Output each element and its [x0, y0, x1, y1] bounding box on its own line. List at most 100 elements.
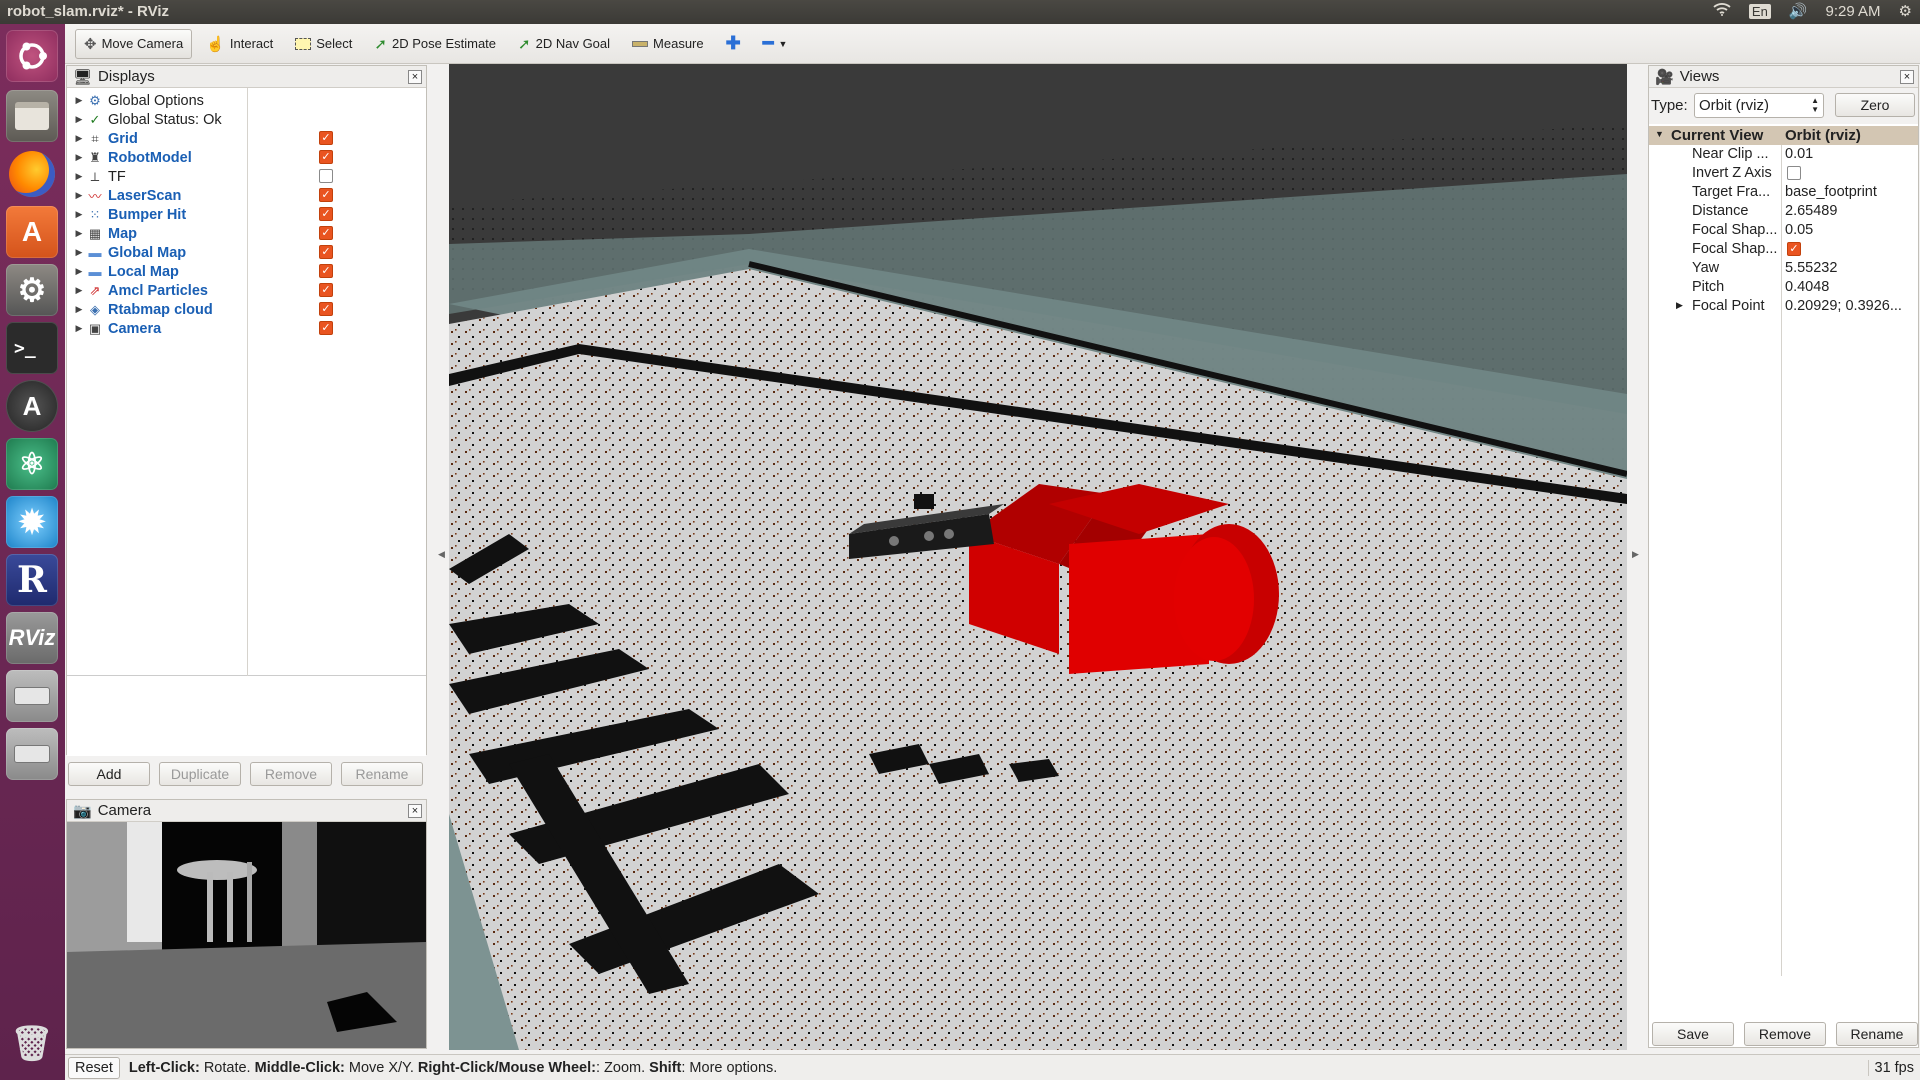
interact-tool[interactable]: ☝ Interact: [198, 29, 281, 59]
display-enabled-checkbox[interactable]: ✓: [319, 245, 333, 259]
keyboard-layout-indicator[interactable]: En: [1748, 3, 1771, 19]
add-tool-button[interactable]: ✚: [718, 29, 749, 59]
property-value[interactable]: base_footprint: [1785, 184, 1915, 200]
atom-icon[interactable]: ⚛: [6, 438, 58, 490]
property-value[interactable]: 0.01: [1785, 146, 1915, 162]
expand-arrow-icon[interactable]: ▶: [72, 247, 86, 258]
expand-arrow-icon[interactable]: ▶: [72, 95, 86, 106]
display-item[interactable]: ▶ ♜ RobotModel: [67, 148, 192, 167]
expand-arrow-icon[interactable]: ▶: [72, 304, 86, 315]
expand-arrow-icon[interactable]: ▶: [72, 133, 86, 144]
terminal-icon[interactable]: >_: [6, 322, 58, 374]
firefox-icon[interactable]: [6, 148, 58, 200]
display-enabled-checkbox[interactable]: ✓: [319, 283, 333, 297]
volume-icon[interactable]: 🔊: [1789, 2, 1808, 20]
expand-arrow-icon[interactable]: ▶: [72, 114, 86, 125]
r-studio-icon[interactable]: R: [6, 554, 58, 606]
add-display-button[interactable]: Add: [68, 762, 150, 786]
wifi-icon[interactable]: [1713, 2, 1731, 20]
close-icon[interactable]: ×: [1900, 69, 1914, 84]
display-item[interactable]: ▶ 〰 LaserScan: [67, 186, 182, 205]
rename-display-button[interactable]: Rename: [341, 762, 423, 786]
save-view-button[interactable]: Save: [1652, 1022, 1734, 1046]
property-value[interactable]: 0.20929; 0.3926...: [1785, 298, 1915, 314]
clock[interactable]: 9:29 AM: [1826, 3, 1881, 20]
move-camera-tool[interactable]: ✥ Move Camera: [75, 28, 193, 59]
display-item[interactable]: ▶ ◈ Rtabmap cloud: [67, 300, 213, 319]
remove-view-button[interactable]: Remove: [1744, 1022, 1826, 1046]
settings-gear-icon[interactable]: ⚙: [1899, 2, 1912, 20]
view-property-row[interactable]: ▶ Focal Point 0.20929; 0.3926...: [1649, 297, 1916, 316]
view-property-row[interactable]: Invert Z Axis: [1649, 164, 1916, 183]
display-enabled-checkbox[interactable]: [319, 169, 333, 183]
measure-tool[interactable]: Measure: [624, 29, 712, 59]
property-value[interactable]: 5.55232: [1785, 260, 1915, 276]
3d-render-viewport[interactable]: ◀: [449, 64, 1627, 1050]
expand-arrow-icon[interactable]: ▶: [72, 323, 86, 334]
software-updater-icon[interactable]: A: [6, 380, 58, 432]
view-property-row[interactable]: Focal Shap... ✓: [1649, 240, 1916, 259]
property-value[interactable]: 0.05: [1785, 222, 1915, 238]
expand-arrow-icon[interactable]: ▶: [72, 266, 86, 277]
expand-arrow-icon[interactable]: ▶: [72, 285, 86, 296]
view-property-row[interactable]: Yaw 5.55232: [1649, 259, 1916, 278]
expand-arrow-icon[interactable]: ▶: [72, 209, 86, 220]
reset-button[interactable]: Reset: [68, 1056, 120, 1079]
display-enabled-checkbox[interactable]: ✓: [319, 150, 333, 164]
drive-icon[interactable]: [6, 728, 58, 780]
display-item[interactable]: ▶ ⚙ Global Options: [67, 91, 204, 110]
kde-app-icon[interactable]: ✹: [6, 496, 58, 548]
display-enabled-checkbox[interactable]: ✓: [319, 207, 333, 221]
software-center-icon[interactable]: A: [6, 206, 58, 258]
zero-button[interactable]: Zero: [1835, 93, 1915, 117]
system-settings-icon[interactable]: ⚙: [6, 264, 58, 316]
view-property-row[interactable]: Focal Shap... 0.05: [1649, 221, 1916, 240]
expand-arrow-icon[interactable]: ▶: [72, 190, 86, 201]
expand-arrow-icon[interactable]: ▶: [72, 171, 86, 182]
display-item[interactable]: ▶ ⇗ Amcl Particles: [67, 281, 208, 300]
remove-display-button[interactable]: Remove: [250, 762, 332, 786]
display-item[interactable]: ▶ ⌗ Grid: [67, 129, 138, 148]
property-checkbox[interactable]: [1787, 166, 1801, 180]
property-checkbox[interactable]: ✓: [1787, 242, 1801, 256]
select-tool[interactable]: Select: [287, 29, 360, 59]
view-property-row[interactable]: Near Clip ... 0.01: [1649, 145, 1916, 164]
view-property-row[interactable]: Target Fra... base_footprint: [1649, 183, 1916, 202]
drive-icon[interactable]: [6, 670, 58, 722]
view-property-row[interactable]: Pitch 0.4048: [1649, 278, 1916, 297]
2d-nav-goal-tool[interactable]: ➚ 2D Nav Goal: [510, 29, 618, 59]
display-item[interactable]: ▶ ⟂ TF: [67, 167, 126, 186]
expand-arrow-icon[interactable]: ▶: [72, 152, 86, 163]
duplicate-display-button[interactable]: Duplicate: [159, 762, 241, 786]
display-enabled-checkbox[interactable]: ✓: [319, 188, 333, 202]
display-item[interactable]: ▶ ▬ Global Map: [67, 243, 187, 262]
rviz-icon[interactable]: RViz: [6, 612, 58, 664]
expand-arrow-icon[interactable]: ▶: [1676, 300, 1683, 311]
display-enabled-checkbox[interactable]: ✓: [319, 302, 333, 316]
display-item[interactable]: ▶ ▬ Local Map: [67, 262, 179, 281]
property-value[interactable]: 2.65489: [1785, 203, 1915, 219]
expand-arrow-icon[interactable]: ▶: [72, 228, 86, 239]
viewport-splitter-right[interactable]: ▶: [1627, 64, 1648, 1050]
rename-view-button[interactable]: Rename: [1836, 1022, 1918, 1046]
trash-icon[interactable]: 🗑: [6, 1018, 58, 1070]
close-icon[interactable]: ×: [408, 803, 422, 818]
display-enabled-checkbox[interactable]: ✓: [319, 321, 333, 335]
current-view-header[interactable]: ▼ Current View Orbit (rviz): [1649, 126, 1918, 145]
display-item[interactable]: ▶ ▦ Map: [67, 224, 137, 243]
display-item[interactable]: ▶ ▣ Camera: [67, 319, 162, 338]
display-item[interactable]: ▶ ⁙ Bumper Hit: [67, 205, 187, 224]
viewport-splitter-left[interactable]: ◀: [428, 64, 449, 1050]
property-value[interactable]: 0.4048: [1785, 279, 1915, 295]
display-item[interactable]: ▶ ✓ Global Status: Ok: [67, 110, 222, 129]
display-enabled-checkbox[interactable]: ✓: [319, 264, 333, 278]
view-property-row[interactable]: Distance 2.65489: [1649, 202, 1916, 221]
remove-tool-button[interactable]: ━ ▼: [755, 29, 796, 59]
ubuntu-dash-icon[interactable]: [6, 30, 58, 82]
view-type-select[interactable]: Orbit (rviz) ▲ ▼: [1694, 93, 1824, 118]
files-icon[interactable]: [6, 90, 58, 142]
close-icon[interactable]: ×: [408, 69, 422, 84]
2d-pose-estimate-tool[interactable]: ➚ 2D Pose Estimate: [366, 29, 504, 59]
display-enabled-checkbox[interactable]: ✓: [319, 131, 333, 145]
display-enabled-checkbox[interactable]: ✓: [319, 226, 333, 240]
